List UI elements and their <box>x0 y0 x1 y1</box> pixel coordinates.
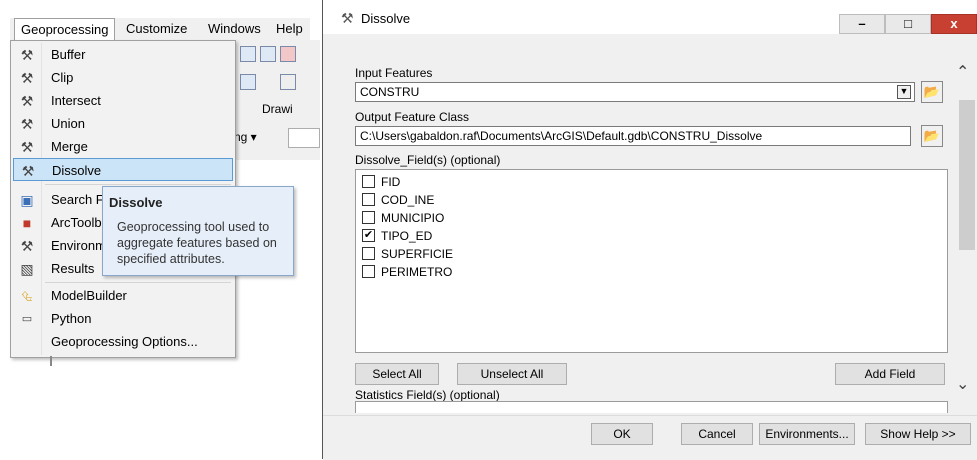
tooltip-title: Dissolve <box>109 195 163 210</box>
menu-item-label: Environm <box>51 238 106 253</box>
hammer-icon: ⚒ <box>341 10 354 26</box>
close-button[interactable]: x <box>931 14 977 34</box>
toolbar-combo[interactable] <box>288 128 320 148</box>
python-icon: ▭ <box>21 313 33 325</box>
menu-item-union[interactable]: ⚒ Union <box>13 112 233 135</box>
input-features-value: CONSTRU <box>360 85 420 99</box>
unselect-all-button[interactable]: Unselect All <box>457 363 567 385</box>
menu-item-label: ModelBuilder <box>51 288 127 303</box>
menu-item-label: Geoprocessing Options... <box>51 334 198 349</box>
toolbar-icon[interactable] <box>260 46 276 62</box>
statistics-fields-label: Statistics Field(s) (optional) <box>355 388 500 402</box>
hammer-icon: ⚒ <box>20 70 34 86</box>
hammer-icon: ⚒ <box>20 47 34 63</box>
output-feature-class-field[interactable]: C:\Users\gabaldon.raf\Documents\ArcGIS\D… <box>355 126 911 146</box>
input-features-label: Input Features <box>355 66 433 80</box>
hammer-icon: ⚒ <box>20 139 34 155</box>
menu-item-dissolve[interactable]: ⚒ Dissolve <box>13 158 233 181</box>
menu-item-label: Dissolve <box>52 163 102 178</box>
menu-item-python[interactable]: ▭ Python <box>13 307 233 330</box>
dialog-title: Dissolve <box>361 11 411 26</box>
checkbox[interactable] <box>362 265 375 278</box>
menu-item-label: Intersect <box>51 93 101 108</box>
maximize-button[interactable]: □ <box>885 14 931 34</box>
input-features-combo[interactable]: CONSTRU <box>355 82 915 102</box>
ok-button[interactable]: OK <box>591 423 653 445</box>
dissolve-fields-list: FID COD_INE MUNICIPIO ✔ TIPO_ED SUPERFIC… <box>355 169 948 353</box>
menu-item-buffer[interactable]: ⚒ Buffer <box>13 43 233 66</box>
field-name: COD_INE <box>381 193 435 207</box>
menu-item-label: Clip <box>51 70 74 85</box>
field-name: SUPERFICIE <box>381 247 454 261</box>
arcmap-window: Geoprocessing Customize Windows Help Dra… <box>0 0 320 459</box>
modelbuilder-icon: ⮴ <box>21 288 33 304</box>
field-name: FID <box>381 175 401 189</box>
select-all-button[interactable]: Select All <box>355 363 439 385</box>
menu-windows[interactable]: Windows <box>202 18 267 40</box>
scroll-up-icon[interactable]: ⌃ <box>956 62 969 82</box>
dissolve-dialog: ⚒ Dissolve – □ x Input Features CONSTRU … <box>322 0 977 460</box>
menu-item-geoprocessing-options[interactable]: Geoprocessing Options... <box>13 330 233 353</box>
checkbox[interactable] <box>362 211 375 224</box>
menu-item-label: Union <box>51 116 85 131</box>
menu-bar: Geoprocessing Customize Windows Help <box>10 18 310 41</box>
output-feature-class-label: Output Feature Class <box>355 110 470 124</box>
open-folder-icon[interactable]: 📂 <box>921 125 943 147</box>
environments-button[interactable]: Environments... <box>759 423 855 445</box>
field-name: MUNICIPIO <box>381 211 445 225</box>
text-cursor <box>50 356 52 366</box>
hammer-icon: ⚒ <box>20 116 34 132</box>
checkbox[interactable] <box>362 175 375 188</box>
search-window-icon: ▣ <box>20 192 34 208</box>
chevron-down-icon[interactable]: ▼ <box>897 85 911 99</box>
results-icon: ▧ <box>20 261 34 277</box>
menu-item-merge[interactable]: ⚒ Merge <box>13 135 233 158</box>
dialog-footer: OK Cancel Environments... Show Help >> <box>323 415 977 460</box>
menu-separator <box>45 282 231 283</box>
menu-item-clip[interactable]: ⚒ Clip <box>13 66 233 89</box>
toolbar-icon[interactable] <box>280 74 296 90</box>
minimize-button[interactable]: – <box>839 14 885 34</box>
drawing-toolbar-label: Drawi <box>262 102 293 116</box>
toolbar-area: Drawi ng ▾ <box>232 40 320 160</box>
toolbox-icon: ■ <box>22 215 32 231</box>
checkbox[interactable] <box>362 247 375 260</box>
environments-icon: ⚒ <box>20 238 34 254</box>
add-field-button[interactable]: Add Field <box>835 363 945 385</box>
menu-item-label: Buffer <box>51 47 86 62</box>
menu-separator <box>45 184 231 185</box>
menu-item-intersect[interactable]: ⚒ Intersect <box>13 89 233 112</box>
scrollbar-thumb[interactable] <box>959 100 975 250</box>
menu-item-label: Results <box>51 261 95 276</box>
dissolve-tooltip: Dissolve Geoprocessing tool used to aggr… <box>102 186 294 276</box>
toolbar-icon[interactable] <box>240 46 256 62</box>
tooltip-body: Geoprocessing tool used to aggregate fea… <box>117 220 277 266</box>
checkbox-checked[interactable]: ✔ <box>362 229 375 242</box>
field-name: PERIMETRO <box>381 265 453 279</box>
toolbar-icon[interactable] <box>240 74 256 90</box>
checkbox[interactable] <box>362 193 375 206</box>
menu-item-label: Merge <box>51 139 88 154</box>
toolbar-dropdown[interactable]: ng ▾ <box>234 130 257 144</box>
hammer-icon: ⚒ <box>20 93 34 109</box>
menu-item-label: ArcToolb <box>51 215 102 230</box>
show-help-button[interactable]: Show Help >> <box>865 423 971 445</box>
cancel-button[interactable]: Cancel <box>681 423 753 445</box>
open-folder-icon[interactable]: 📂 <box>921 81 943 103</box>
menu-customize[interactable]: Customize <box>120 18 193 40</box>
dialog-titlebar: ⚒ Dissolve – □ x <box>323 0 977 34</box>
statistics-fields-box[interactable] <box>355 401 948 413</box>
scroll-down-icon[interactable]: ⌄ <box>956 374 969 394</box>
menu-help[interactable]: Help <box>270 18 309 40</box>
menu-item-label: Python <box>51 311 92 326</box>
toolbar-icon[interactable] <box>280 46 296 62</box>
output-feature-class-value: C:\Users\gabaldon.raf\Documents\ArcGIS\D… <box>360 129 763 143</box>
hammer-icon: ⚒ <box>21 163 35 179</box>
menu-geoprocessing[interactable]: Geoprocessing <box>14 18 116 40</box>
menu-item-modelbuilder[interactable]: ⮴ ModelBuilder <box>13 284 233 307</box>
field-name: TIPO_ED <box>381 229 433 243</box>
dissolve-fields-label: Dissolve_Field(s) (optional) <box>355 153 501 167</box>
